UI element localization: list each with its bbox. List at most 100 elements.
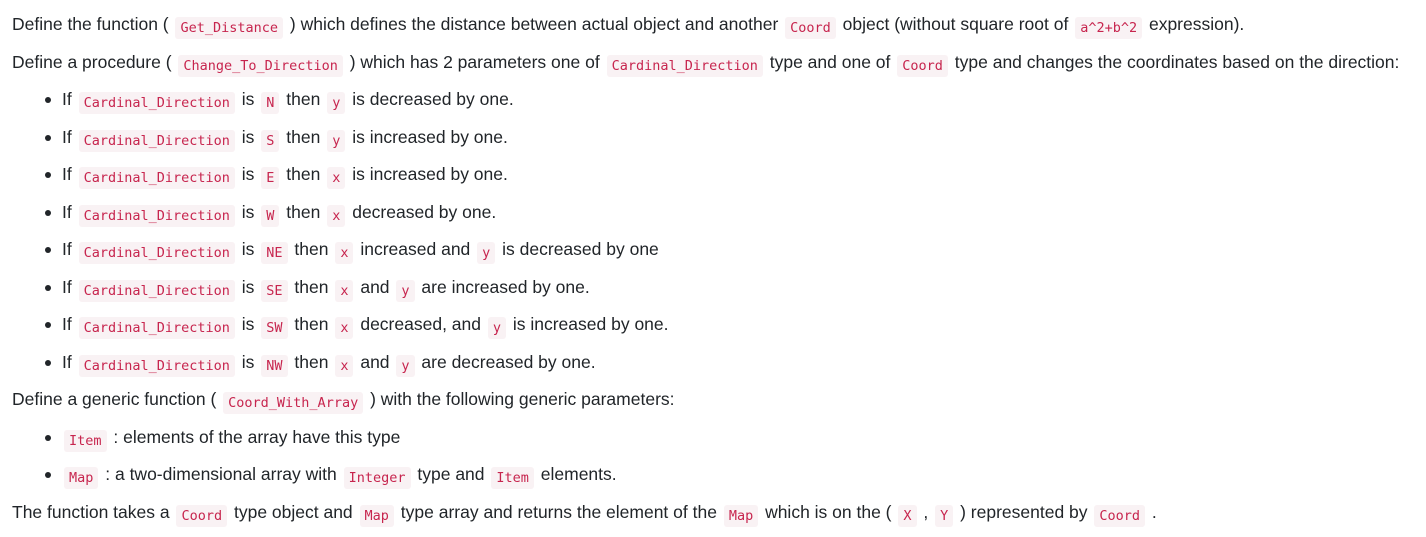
inline-code: SE xyxy=(261,279,288,302)
text-segment: type object and xyxy=(229,501,358,522)
inline-code: x xyxy=(335,242,354,264)
text-segment: is increased by one. xyxy=(347,164,508,184)
text-segment: then xyxy=(281,164,326,184)
inline-code: x xyxy=(327,167,346,189)
text-segment: then xyxy=(289,239,334,259)
inline-code: y xyxy=(487,317,506,339)
inline-code: X xyxy=(898,504,917,527)
text-segment: If xyxy=(62,239,77,259)
text-segment: : elements of the array have this type xyxy=(108,426,401,447)
text-segment: ) which defines the distance between act… xyxy=(285,14,784,34)
generic-params-list: Item : elements of the array have this t… xyxy=(12,419,1410,494)
inline-code: Item xyxy=(64,429,107,452)
text-segment: If xyxy=(62,201,77,222)
inline-code: Integer xyxy=(343,467,411,489)
text-segment: If xyxy=(62,276,77,297)
direction-rules-list: If Cardinal_Direction is N then y is dec… xyxy=(12,81,1410,381)
text-segment: If xyxy=(62,314,77,334)
text-segment: is xyxy=(236,164,260,184)
inline-code: Cardinal_Direction xyxy=(78,204,235,227)
inline-code: y xyxy=(327,92,346,114)
text-segment: expression). xyxy=(1144,14,1245,34)
text-segment: and xyxy=(355,276,395,297)
inline-code: Y xyxy=(935,504,954,527)
text-segment: If xyxy=(62,89,77,109)
text-segment: then xyxy=(281,89,326,109)
inline-code: Change_To_Direction xyxy=(178,54,343,77)
text-segment: decreased by one. xyxy=(347,201,497,222)
text-segment: are increased by one. xyxy=(416,276,590,297)
inline-code: Coord xyxy=(1094,504,1146,527)
inline-code: Map xyxy=(723,504,759,527)
text-segment: then xyxy=(281,126,326,147)
inline-code: y xyxy=(396,279,415,302)
text-segment: is decreased by one xyxy=(497,239,659,259)
list-item: If Cardinal_Direction is SW then x decre… xyxy=(12,306,1410,344)
inline-code: Map xyxy=(359,504,394,527)
text-segment: If xyxy=(62,164,77,184)
text-segment: increased and xyxy=(355,239,476,259)
text-segment: which is on the ( xyxy=(760,501,897,522)
text-segment: ) represented by xyxy=(955,501,1093,522)
text-segment: are decreased by one. xyxy=(416,351,596,372)
text-segment: type and one of xyxy=(764,51,896,72)
text-segment: is xyxy=(236,126,260,147)
list-item: If Cardinal_Direction is W then x decrea… xyxy=(12,194,1410,232)
inline-code: Coord_With_Array xyxy=(223,392,364,414)
inline-code: NW xyxy=(261,354,288,377)
inline-code: Coord xyxy=(897,54,948,77)
text-segment: then xyxy=(281,201,326,222)
inline-code: Map xyxy=(64,467,99,489)
inline-code: Cardinal_Direction xyxy=(78,92,235,114)
text-segment: is decreased by one. xyxy=(347,89,514,109)
inline-code: x xyxy=(327,204,346,227)
list-item: If Cardinal_Direction is S then y is inc… xyxy=(12,119,1410,157)
inline-code: Get_Distance xyxy=(175,17,284,39)
text-segment: : a two-dimensional array with xyxy=(100,464,342,484)
inline-code: SW xyxy=(261,317,288,339)
text-segment: is xyxy=(236,201,260,222)
text-segment: type and changes the coordinates based o… xyxy=(949,51,1400,72)
paragraph-get-distance: Define the function ( Get_Distance ) whi… xyxy=(12,6,1410,44)
text-segment: is increased by one. xyxy=(508,314,669,334)
inline-code: x xyxy=(335,354,354,377)
text-segment: elements. xyxy=(535,464,617,484)
inline-code: Cardinal_Direction xyxy=(78,242,235,264)
inline-code: Cardinal_Direction xyxy=(78,279,235,302)
inline-code: y xyxy=(477,242,496,264)
inline-code: x xyxy=(335,279,354,302)
text-segment: is xyxy=(236,239,260,259)
list-item: Map : a two-dimensional array with Integ… xyxy=(12,456,1410,494)
inline-code: Coord xyxy=(176,504,228,527)
text-segment: If xyxy=(62,351,77,372)
text-segment: then xyxy=(289,276,334,297)
text-segment: then xyxy=(289,314,334,334)
inline-code: Cardinal_Direction xyxy=(78,167,235,189)
text-segment: ) with the following generic parameters: xyxy=(365,389,675,409)
inline-code: a^2+b^2 xyxy=(1075,17,1143,39)
inline-code: NE xyxy=(261,242,288,264)
text-segment: Define the function ( xyxy=(12,14,174,34)
list-item: If Cardinal_Direction is SE then x and y… xyxy=(12,269,1410,307)
inline-code: N xyxy=(261,92,280,114)
list-item: If Cardinal_Direction is N then y is dec… xyxy=(12,81,1410,119)
list-item: If Cardinal_Direction is NE then x incre… xyxy=(12,231,1410,269)
paragraph-coord-with-array: Define a generic function ( Coord_With_A… xyxy=(12,381,1410,419)
text-segment: is xyxy=(236,351,260,372)
list-item: Item : elements of the array have this t… xyxy=(12,419,1410,457)
text-segment: ) which has 2 parameters one of xyxy=(344,51,605,72)
inline-code: y xyxy=(327,129,346,152)
text-segment: , xyxy=(918,501,934,522)
text-segment: object (without square root of xyxy=(837,14,1074,34)
inline-code: x xyxy=(335,317,354,339)
text-segment: The function takes a xyxy=(12,501,175,522)
text-segment: Define a procedure ( xyxy=(12,51,177,72)
text-segment: . xyxy=(1147,501,1157,522)
text-segment: is increased by one. xyxy=(347,126,508,147)
text-segment: type array and returns the element of th… xyxy=(395,501,722,522)
text-segment: then xyxy=(289,351,334,372)
text-segment: If xyxy=(62,126,77,147)
text-segment: type and xyxy=(412,464,490,484)
inline-code: Cardinal_Direction xyxy=(78,129,235,152)
paragraph-change-to-direction: Define a procedure ( Change_To_Direction… xyxy=(12,44,1410,82)
